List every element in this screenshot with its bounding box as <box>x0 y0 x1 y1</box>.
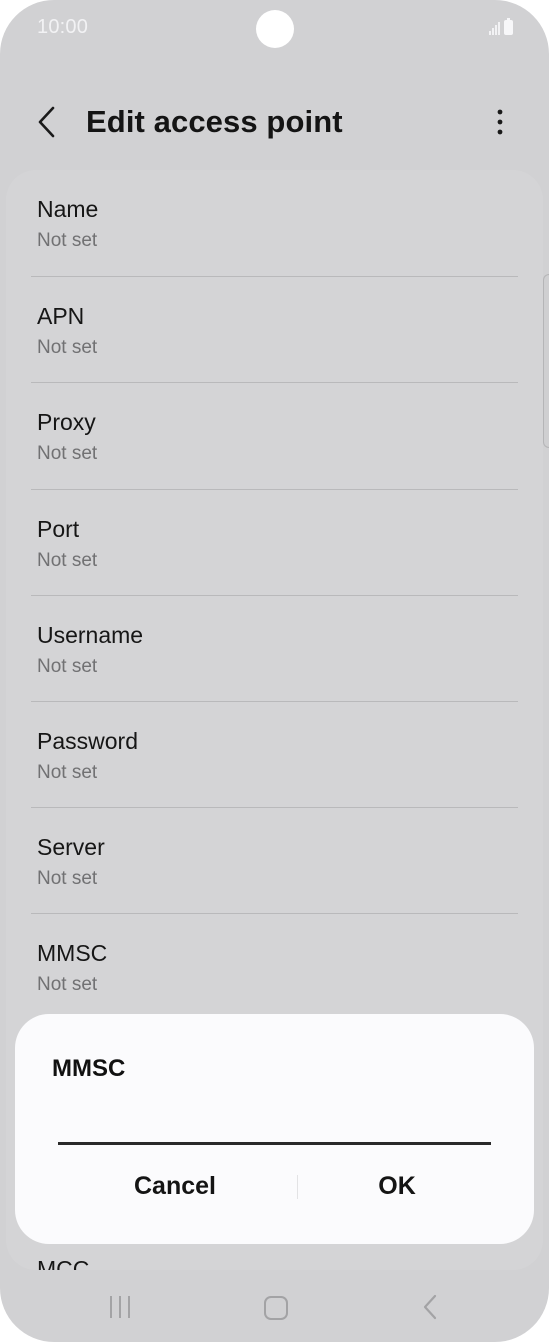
more-options-button[interactable] <box>485 104 515 140</box>
status-icons <box>489 18 513 35</box>
battery-icon <box>504 18 513 35</box>
list-item-password[interactable]: Password Not set <box>6 702 543 808</box>
back-button[interactable] <box>28 100 68 144</box>
list-item-proxy[interactable]: Proxy Not set <box>6 383 543 489</box>
item-value: Not set <box>37 762 98 783</box>
item-label: Username <box>37 622 144 648</box>
status-time: 10:00 <box>37 16 89 38</box>
list-item-port[interactable]: Port Not set <box>6 490 543 596</box>
more-vertical-icon <box>497 109 503 135</box>
home-icon[interactable] <box>264 1296 288 1320</box>
back-icon[interactable] <box>418 1292 442 1322</box>
item-value: Not set <box>37 868 98 889</box>
mmsc-dialog: MMSC Cancel OK <box>15 1014 534 1244</box>
item-label: Name <box>37 196 99 222</box>
list-item-name[interactable]: Name Not set <box>6 170 543 276</box>
item-label: APN <box>37 303 85 329</box>
signal-icon <box>489 21 500 35</box>
navigation-bar <box>0 1272 549 1342</box>
chevron-left-icon <box>38 106 55 138</box>
app-bar: Edit access point <box>0 90 549 154</box>
mmsc-input[interactable] <box>58 1098 491 1145</box>
dialog-title: MMSC <box>52 1055 126 1082</box>
item-value: Not set <box>37 230 98 251</box>
scrollbar[interactable] <box>543 274 549 448</box>
list-item-mmsc[interactable]: MMSC Not set <box>6 914 543 1020</box>
front-camera <box>256 10 294 48</box>
phone-screen: 10:00 Edit access point Name Not set APN… <box>0 0 549 1342</box>
list-item-server[interactable]: Server Not set <box>6 808 543 914</box>
page-title: Edit access point <box>86 104 343 139</box>
recents-icon[interactable] <box>110 1296 130 1318</box>
status-bar: 10:00 <box>0 0 549 60</box>
item-label: MCC <box>37 1256 90 1270</box>
item-value: Not set <box>37 337 98 358</box>
item-label: Port <box>37 516 80 542</box>
item-label: Server <box>37 834 105 860</box>
item-value: Not set <box>37 550 98 571</box>
item-value: Not set <box>37 656 98 677</box>
list-item-apn[interactable]: APN Not set <box>6 277 543 383</box>
item-value: Not set <box>37 443 98 464</box>
item-label: Proxy <box>37 409 96 435</box>
ok-button[interactable]: OK <box>297 1166 497 1206</box>
cancel-button[interactable]: Cancel <box>75 1166 275 1206</box>
list-item-username[interactable]: Username Not set <box>6 596 543 702</box>
item-label: MMSC <box>37 940 108 966</box>
item-label: Password <box>37 728 138 754</box>
item-value: Not set <box>37 974 98 995</box>
